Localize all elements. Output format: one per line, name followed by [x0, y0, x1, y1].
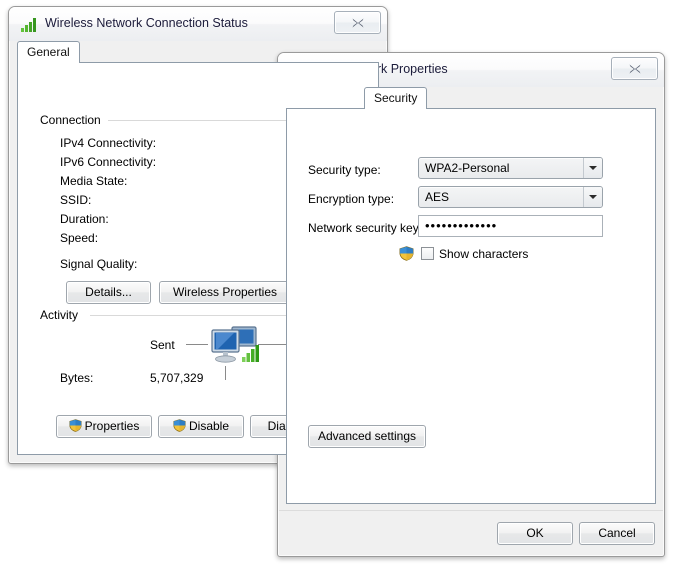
- status-window-titlebar[interactable]: Wireless Network Connection Status: [9, 7, 387, 41]
- wifi-signal-bars-icon: [21, 17, 39, 32]
- wireless-properties-button[interactable]: Wireless Properties: [159, 281, 291, 304]
- status-window-close-button[interactable]: [334, 11, 381, 34]
- wireless-network-properties-dialog[interactable]: Wireless Network Properties Connection S…: [277, 52, 665, 557]
- show-characters-checkbox[interactable]: [421, 247, 434, 260]
- security-tab-panel: Security type: WPA2-Personal Encryption …: [286, 108, 656, 504]
- network-security-key-input[interactable]: •••••••••••••: [418, 215, 603, 237]
- connection-group-label: Connection: [40, 113, 106, 127]
- uac-shield-icon: [399, 246, 414, 264]
- chevron-down-icon[interactable]: [583, 187, 602, 207]
- security-type-dropdown[interactable]: WPA2-Personal: [418, 157, 603, 179]
- field-label-duration: Duration:: [60, 212, 109, 226]
- uac-shield-icon: [173, 418, 186, 439]
- security-type-label: Security type:: [308, 163, 381, 177]
- field-label-ipv6: IPv6 Connectivity:: [60, 155, 156, 169]
- tab-general[interactable]: General: [17, 41, 80, 63]
- cancel-button[interactable]: Cancel: [579, 522, 655, 545]
- field-label-speed: Speed:: [60, 231, 98, 245]
- show-characters-label: Show characters: [439, 247, 528, 261]
- bytes-received-separator: [225, 366, 226, 380]
- close-icon: [351, 17, 364, 28]
- chevron-down-icon[interactable]: [583, 158, 602, 178]
- bytes-label: Bytes:: [60, 371, 93, 385]
- properties-dialog-close-button[interactable]: [611, 57, 658, 80]
- close-icon: [628, 63, 641, 74]
- field-label-media-state: Media State:: [60, 174, 127, 188]
- details-button[interactable]: Details...: [66, 281, 151, 304]
- properties-button[interactable]: Properties: [56, 415, 152, 438]
- signal-quality-label: Signal Quality:: [60, 257, 137, 271]
- network-security-key-label: Network security key: [308, 221, 419, 235]
- disable-button[interactable]: Disable: [158, 415, 244, 438]
- encryption-type-label: Encryption type:: [308, 192, 394, 206]
- field-label-ssid: SSID:: [60, 193, 91, 207]
- activity-line-right: [258, 344, 286, 345]
- advanced-settings-button[interactable]: Advanced settings: [308, 425, 426, 448]
- bytes-sent-value: 5,707,329: [150, 371, 203, 385]
- field-label-ipv4: IPv4 Connectivity:: [60, 136, 156, 150]
- ok-button[interactable]: OK: [497, 522, 573, 545]
- tab-security[interactable]: Security: [364, 87, 427, 109]
- sent-label: Sent: [150, 338, 175, 352]
- properties-dialog-footer: OK Cancel: [279, 510, 663, 555]
- two-monitors-activity-icon: [208, 322, 260, 373]
- status-window-title: Wireless Network Connection Status: [45, 16, 248, 30]
- activity-line-left: [186, 344, 208, 345]
- properties-dialog-client: Connection Security Security type: WPA2-…: [286, 87, 656, 504]
- uac-shield-icon: [69, 418, 82, 439]
- activity-group-label: Activity: [40, 308, 83, 322]
- encryption-type-dropdown[interactable]: AES: [418, 186, 603, 208]
